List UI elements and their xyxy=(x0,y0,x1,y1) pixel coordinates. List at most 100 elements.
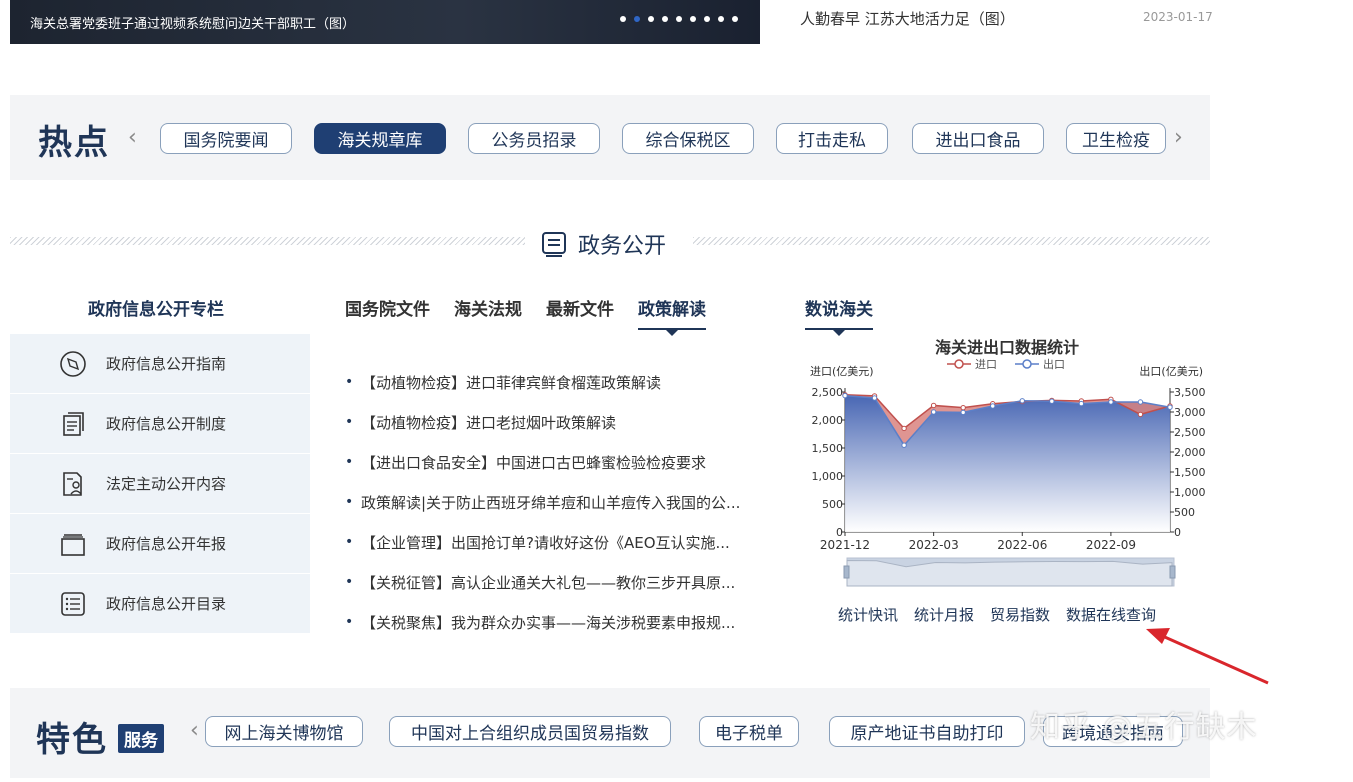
top-news-title[interactable]: 人勤春早 江苏大地活力足（图） xyxy=(800,8,1015,29)
article-title[interactable]: 【关税聚焦】我为群众办实事——海关涉税要素申报规... xyxy=(361,612,735,633)
article-item[interactable]: • 【进出口食品安全】中国进口古巴蜂蜜检验检疫要求 xyxy=(345,442,765,482)
trade-chart: 海关进出口数据统计 进口 出口 进口(亿美元) 出口(亿美元) 0 500 1,000 1,50… xyxy=(805,335,1206,595)
tab-policy[interactable]: 海关法规 xyxy=(454,295,522,330)
article-title[interactable]: 【动植物检疫】进口菲律宾鲜食榴莲政策解读 xyxy=(361,372,661,393)
right-tick-label: 1,000 xyxy=(1174,486,1205,499)
list-document-icon xyxy=(542,232,566,257)
feature-pill[interactable]: 网上海关博物馆 xyxy=(205,716,363,747)
section-divider-right xyxy=(693,237,1210,245)
hotspot-pill[interactable]: 综合保税区 xyxy=(622,123,754,154)
stat-link[interactable]: 统计月报 xyxy=(914,604,974,625)
hotspot-prev-arrow-icon[interactable]: ‹ xyxy=(128,125,137,150)
article-title[interactable]: 【企业管理】出国抢订单?请收好这份《AEO互认实施... xyxy=(361,532,730,553)
article-item[interactable]: • 【动植物检疫】进口菲律宾鲜食榴莲政策解读 xyxy=(345,362,765,402)
hotspot-bar: 热点 ‹ 国务院要闻 海关规章库 公务员招录 综合保税区 打击走私 进出口食品 卫生检疫 › xyxy=(10,95,1210,180)
article-title[interactable]: 【进出口食品安全】中国进口古巴蜂蜜检验检疫要求 xyxy=(361,452,706,473)
stat-links: 统计快讯 统计月报 贸易指数 数据在线查询 xyxy=(838,604,1156,625)
hotspot-pill[interactable]: 海关规章库 xyxy=(314,123,446,154)
feature-pill[interactable]: 电子税单 xyxy=(699,716,799,747)
article-item[interactable]: • 【动植物检疫】进口老挝烟叶政策解读 xyxy=(345,402,765,442)
news-slider-banner[interactable]: 海关总署党委班子通过视频系统慰问边关干部职工（图） xyxy=(10,0,760,44)
feature-pill[interactable]: 中国对上合组织成员国贸易指数 xyxy=(389,716,671,747)
bullet-icon: • xyxy=(345,414,354,430)
banner-caption[interactable]: 海关总署党委班子通过视频系统慰问边关干部职工（图） xyxy=(30,13,355,32)
stat-link[interactable]: 数据在线查询 xyxy=(1066,604,1156,625)
export-point xyxy=(930,409,937,415)
left-tick-label: 1,500 xyxy=(812,442,844,455)
page-root: 海关总署党委班子通过视频系统慰问边关干部职工（图） 人勤春早 江苏大地活力足（图… xyxy=(0,0,1353,782)
import-point xyxy=(1137,411,1144,418)
legend-import-label: 进口 xyxy=(975,358,997,371)
gov-info-item[interactable]: 政府信息公开目录 xyxy=(10,574,310,634)
article-title[interactable]: 政策解读|关于防止西班牙绵羊痘和山羊痘传入我国的公... xyxy=(361,492,740,513)
article-item[interactable]: • 【关税征管】高认企业通关大礼包——教你三步开具原... xyxy=(345,562,765,602)
hotspot-title: 热点 xyxy=(38,123,110,163)
slider-dot[interactable] xyxy=(704,16,710,22)
compass-icon xyxy=(58,349,88,379)
list-icon xyxy=(58,589,88,619)
slider-dot[interactable] xyxy=(690,16,696,22)
article-item[interactable]: • 政策解读|关于防止西班牙绵羊痘和山羊痘传入我国的公... xyxy=(345,482,765,522)
right-tick-label: 1,500 xyxy=(1174,466,1205,479)
gov-info-item[interactable]: 政府信息公开指南 xyxy=(10,334,310,394)
right-tick-label: 2,000 xyxy=(1174,446,1205,459)
right-tick-label: 3,000 xyxy=(1174,406,1205,419)
hotspot-pill[interactable]: 国务院要闻 xyxy=(160,123,292,154)
export-point xyxy=(1137,399,1144,405)
article-item[interactable]: • 【关税聚焦】我为群众办实事——海关涉税要素申报规... xyxy=(345,602,765,642)
bullet-icon: • xyxy=(345,534,354,550)
gov-info-item[interactable]: 政府信息公开制度 xyxy=(10,394,310,454)
export-point xyxy=(960,409,966,416)
bullet-icon: • xyxy=(345,494,354,510)
article-list: • 【动植物检疫】进口菲律宾鲜食榴莲政策解读 • 【动植物检疫】进口老挝烟叶政策解读 •… xyxy=(345,362,765,642)
features-prev-arrow-icon[interactable]: ‹ xyxy=(190,718,199,743)
bullet-icon: • xyxy=(345,374,354,390)
gov-info-item[interactable]: 法定主动公开内容 xyxy=(10,454,310,514)
features-title: 特色 xyxy=(36,720,108,760)
article-title[interactable]: 【动植物检疫】进口老挝烟叶政策解读 xyxy=(361,412,616,433)
gov-info-item-label: 政府信息公开指南 xyxy=(106,355,227,373)
documents-icon xyxy=(58,409,88,439)
trade-chart-svg: 海关进出口数据统计进口 出口进口(亿美元) 出口(亿美元) 0 500 1,000 1,50… xyxy=(810,338,1206,587)
slider-dot[interactable] xyxy=(662,16,668,22)
slider-dot[interactable] xyxy=(718,16,724,22)
hotspot-pill[interactable]: 卫生检疫 xyxy=(1066,123,1166,154)
slider-dot[interactable] xyxy=(648,16,654,22)
tab-policy[interactable]: 政策解读 xyxy=(638,295,706,336)
x-tick-label: 2022-06 xyxy=(997,538,1047,552)
hotspot-pill[interactable]: 公务员招录 xyxy=(468,123,600,154)
zoom-handle-left xyxy=(843,565,850,579)
watermark: 知乎 @五行缺木 xyxy=(1030,710,1258,745)
slider-dot[interactable] xyxy=(676,16,682,22)
person-document-icon xyxy=(58,469,88,499)
tab-policy[interactable]: 最新文件 xyxy=(546,295,614,330)
hotspot-pill[interactable]: 进出口食品 xyxy=(912,123,1044,154)
tab-data-customs[interactable]: 数说海关 xyxy=(805,295,873,336)
tab-policy[interactable]: 国务院文件 xyxy=(345,295,430,330)
hotspot-next-arrow-icon[interactable]: › xyxy=(1174,125,1183,150)
gov-info-item[interactable]: 政府信息公开年报 xyxy=(10,514,310,574)
top-news-date: 2023-01-17 xyxy=(1143,10,1213,24)
feature-pill[interactable]: 原产地证书自助打印 xyxy=(829,716,1025,747)
gov-info-item-label: 政府信息公开年报 xyxy=(106,535,227,553)
gov-info-list: 政府信息公开指南政府信息公开制度 法定主动公开内容政府信息公开年报政府信息公开目录 xyxy=(10,334,310,634)
export-point xyxy=(1167,404,1173,410)
article-title[interactable]: 【关税征管】高认企业通关大礼包——教你三步开具原... xyxy=(361,572,735,593)
stat-link[interactable]: 统计快讯 xyxy=(838,604,898,625)
import-point xyxy=(960,404,966,411)
legend-import-marker xyxy=(954,359,964,369)
slider-dots xyxy=(620,16,738,22)
article-item[interactable]: • 【企业管理】出国抢订单?请收好这份《AEO互认实施... xyxy=(345,522,765,562)
slider-dot[interactable] xyxy=(732,16,738,22)
hotspot-pill[interactable]: 打击走私 xyxy=(776,123,888,154)
right-tick-label: 3,500 xyxy=(1174,386,1205,399)
bullet-icon: • xyxy=(345,614,354,630)
stat-link[interactable]: 贸易指数 xyxy=(990,604,1050,625)
x-tick-label: 2022-09 xyxy=(1086,538,1136,552)
zoom-handle-right xyxy=(1169,565,1176,579)
slider-dot[interactable] xyxy=(620,16,626,22)
features-badge: 服务 xyxy=(118,724,164,753)
right-axis-label: 出口(亿美元) xyxy=(1139,364,1203,378)
left-tick-label: 2,500 xyxy=(812,386,844,399)
slider-dot[interactable] xyxy=(634,16,640,22)
